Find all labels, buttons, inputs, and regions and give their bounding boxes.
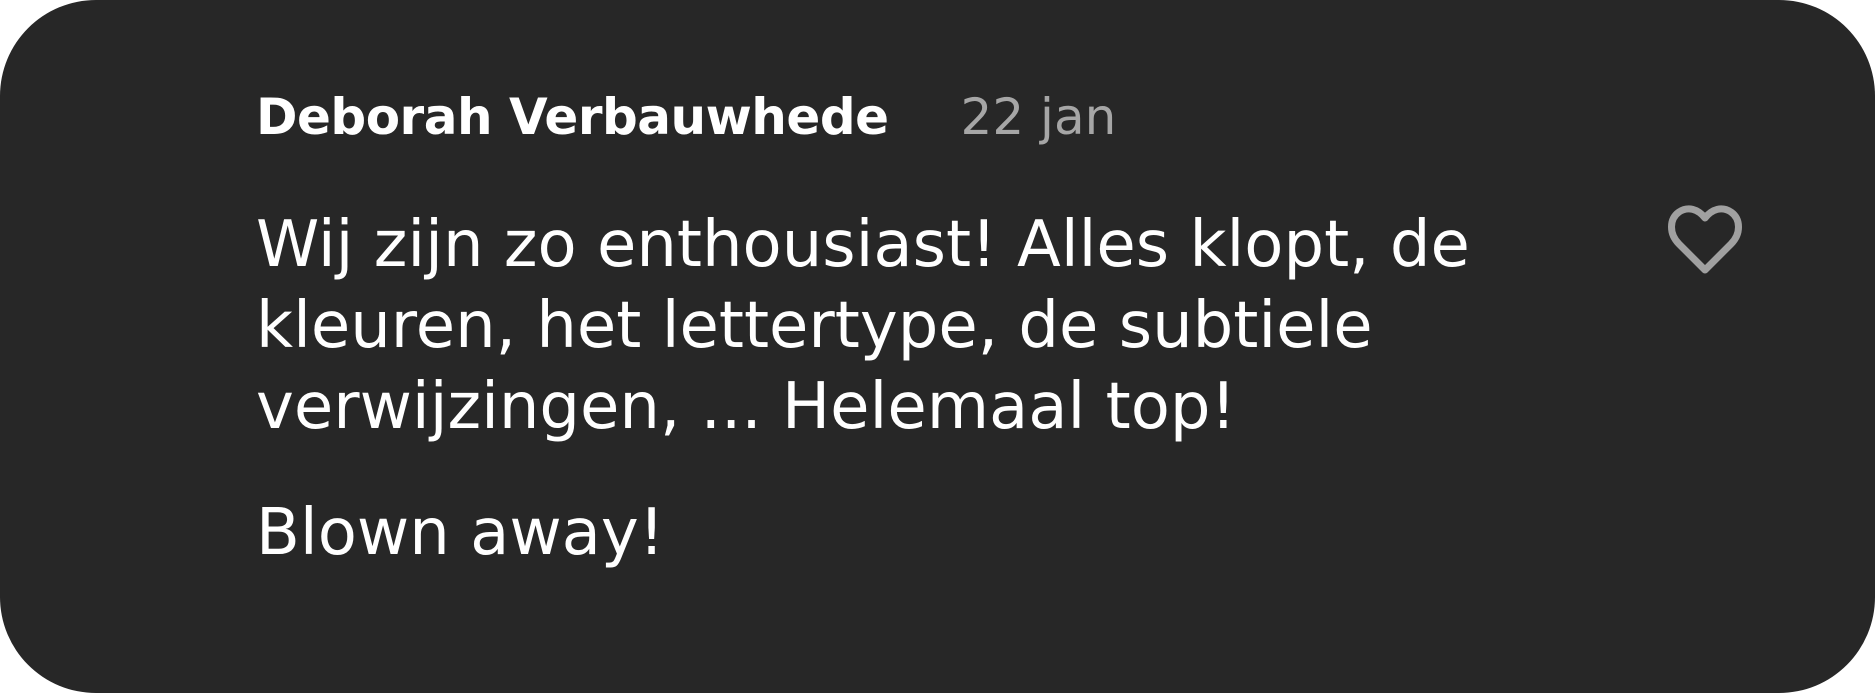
comment-header: Deborah Verbauwhede 22 jan [256,88,1116,146]
comment-card: Deborah Verbauwhede 22 jan Wij zijn zo e… [0,0,1875,693]
comment-paragraph: Wij zijn zo enthousiast! Alles klopt, de… [256,208,1470,444]
heart-outline-icon [1668,205,1742,274]
comment-author[interactable]: Deborah Verbauwhede [256,88,889,146]
comment-date: 22 jan [960,88,1117,146]
like-heart-icon[interactable] [1665,200,1745,280]
comment-paragraph: Blown away! [256,496,665,570]
comment-body: Wij zijn zo enthousiast! Alles klopt, de… [256,205,1566,574]
